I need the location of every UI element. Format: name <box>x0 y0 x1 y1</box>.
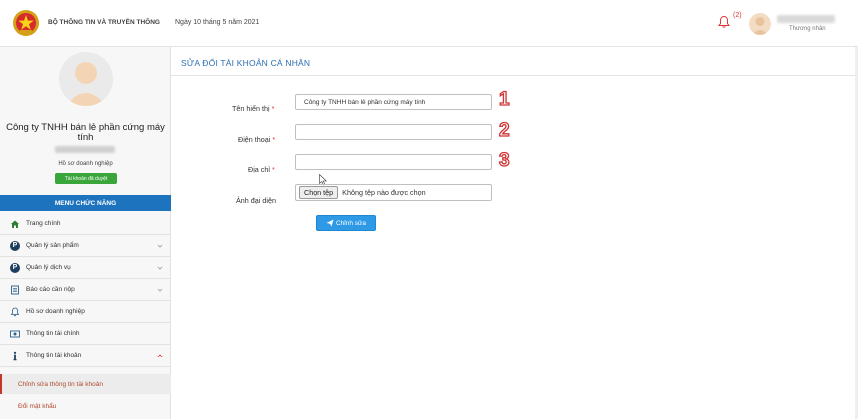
sidebar-item-finance[interactable]: Thông tin tài chính <box>0 323 171 345</box>
p-circle-icon: P <box>10 262 20 273</box>
submit-label: Chỉnh sửa <box>335 219 366 227</box>
chevron-down-icon <box>157 266 163 270</box>
account-status-badge: Tài khoản đã duyệt <box>55 173 117 184</box>
avatar-file-input[interactable]: Chọn tệp Không tệp nào được chọn <box>295 184 492 201</box>
tax-code-redacted <box>55 146 115 153</box>
avatar-upload-label: Ảnh đại diện <box>236 196 276 205</box>
send-icon <box>326 219 334 227</box>
notification-count[interactable]: (2) <box>733 12 742 19</box>
sidebar-item-products[interactable]: P Quản lý sản phẩm <box>0 235 171 257</box>
notification-bell-icon[interactable] <box>717 15 731 29</box>
phone-label-text: Điện thoại <box>238 135 271 144</box>
file-status: Không tệp nào được chọn <box>342 188 426 197</box>
required-mark: * <box>271 104 275 113</box>
display-name-label: Tên hiển thị * <box>232 104 274 113</box>
choose-file-button[interactable]: Chọn tệp <box>299 186 339 199</box>
display-name-label-text: Tên hiển thị <box>232 104 270 113</box>
edit-submit-button[interactable]: Chỉnh sửa <box>316 215 376 231</box>
phone-input[interactable] <box>295 124 492 140</box>
sidebar-subitem-label: Đổi mật khẩu <box>18 402 57 410</box>
sidebar-item-label: Thông tin tài chính <box>26 330 80 337</box>
home-icon <box>10 219 20 229</box>
top-header: BỘ THÔNG TIN VÀ TRUYỀN THÔNG Ngày 10 thá… <box>0 0 858 47</box>
sidebar-item-label: Thông tin tài khoản <box>26 352 82 359</box>
main-menu: Trang chính P Quản lý sản phẩm P Quản lý… <box>0 213 171 367</box>
sidebar-item-account-info[interactable]: Thông tin tài khoản <box>0 345 171 367</box>
company-name: Công ty TNHH bán lẻ phần cứng máy tính <box>6 122 165 143</box>
sidebar-item-home[interactable]: Trang chính <box>0 213 171 235</box>
sidebar-item-reports[interactable]: Báo cáo cần nộp <box>0 279 171 301</box>
ministry-name: BỘ THÔNG TIN VÀ TRUYỀN THÔNG <box>48 19 160 26</box>
p-circle-icon: P <box>10 240 20 251</box>
address-label-text: Địa chỉ <box>248 165 270 174</box>
sidebar-subitem-edit-account[interactable]: Chỉnh sửa thông tin tài khoản <box>0 374 171 394</box>
sidebar-item-services[interactable]: P Quản lý dịch vụ <box>0 257 171 279</box>
national-emblem-icon <box>13 10 39 36</box>
sidebar-item-label: Quản lý sản phẩm <box>26 242 79 249</box>
profile-label: Hồ sơ doanh nghiệp <box>58 161 113 167</box>
sidebar-item-label: Báo cáo cần nộp <box>26 286 75 293</box>
sidebar-item-label: Hồ sơ doanh nghiệp <box>26 308 85 315</box>
address-input[interactable] <box>295 154 492 170</box>
current-date: Ngày 10 tháng 5 năm 2021 <box>175 19 260 26</box>
money-icon <box>10 329 20 339</box>
page-title: SỬA ĐỔI TÀI KHOẢN CÁ NHÂN <box>181 58 311 68</box>
sidebar-subitem-label: Chỉnh sửa thông tin tài khoản <box>18 380 103 388</box>
address-label: Địa chỉ * <box>248 165 275 174</box>
user-silhouette-icon <box>66 62 106 106</box>
sidebar-item-business-profile[interactable]: Hồ sơ doanh nghiệp <box>0 301 171 323</box>
annotation-number: 2 <box>498 120 510 141</box>
required-mark: * <box>272 135 276 144</box>
phone-label: Điện thoại * <box>238 135 275 144</box>
bell-icon <box>10 307 20 317</box>
user-name-redacted <box>777 15 835 23</box>
annotation-number: 1 <box>498 89 510 110</box>
sidebar-item-label: Trang chính <box>26 220 61 227</box>
chevron-down-icon <box>157 244 163 248</box>
title-divider <box>171 75 858 76</box>
info-icon <box>10 351 20 361</box>
chevron-up-icon <box>157 354 163 358</box>
chevron-down-icon <box>157 288 163 292</box>
document-icon <box>10 285 20 295</box>
user-silhouette-icon <box>752 17 768 35</box>
display-name-input[interactable] <box>295 94 492 110</box>
sidebar-item-label: Quản lý dịch vụ <box>26 264 71 271</box>
annotation-number: 3 <box>498 150 510 171</box>
sidebar-subitem-change-password[interactable]: Đổi mật khẩu <box>0 396 171 416</box>
sidebar: Công ty TNHH bán lẻ phần cứng máy tính H… <box>0 47 171 419</box>
menu-title: MENU CHỨC NĂNG <box>0 195 171 211</box>
company-avatar <box>59 52 113 106</box>
user-avatar[interactable] <box>749 13 771 35</box>
user-role: Thương nhân <box>789 26 826 32</box>
required-mark: * <box>271 165 275 174</box>
